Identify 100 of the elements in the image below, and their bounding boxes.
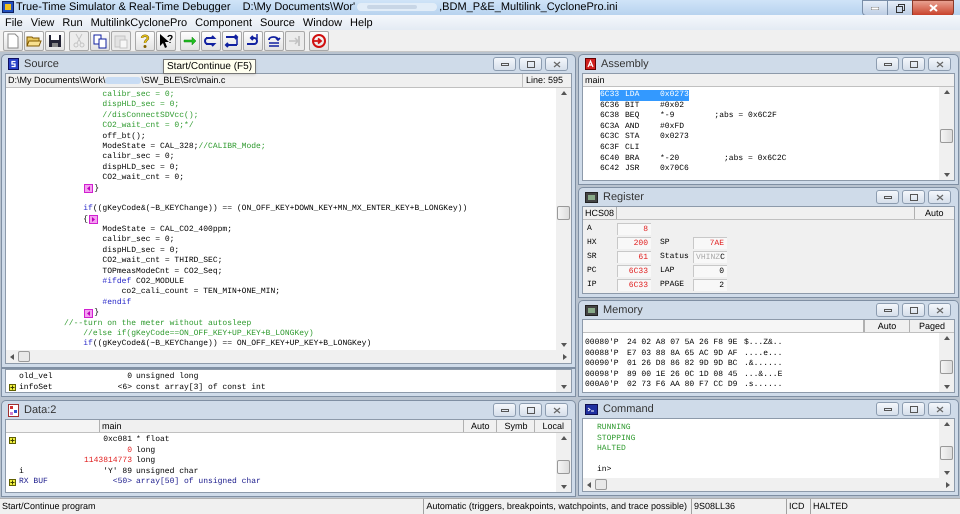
vertical-scrollbar[interactable] [556, 88, 571, 350]
menu-item[interactable]: Component [191, 16, 256, 30]
maximize-button[interactable] [519, 57, 542, 71]
code-text: { [82, 214, 88, 226]
register-value[interactable]: 200 [617, 236, 651, 248]
horizontal-scrollbar[interactable] [583, 478, 954, 491]
scroll-thumb[interactable] [557, 206, 570, 220]
close-button[interactable] [928, 190, 951, 204]
expand-icon[interactable] [9, 479, 16, 486]
scroll-thumb[interactable] [940, 128, 953, 143]
toolbar-button[interactable] [264, 30, 284, 50]
flag-text: I [706, 252, 710, 262]
toolbar-button[interactable] [45, 30, 65, 50]
mnemonic-text: CLI [625, 142, 640, 154]
filter-field[interactable] [6, 420, 100, 432]
step-over-icon [224, 32, 240, 48]
assembly-row[interactable]: 6C3C STA 0x0273 [600, 132, 689, 143]
minimize-button[interactable] [493, 403, 516, 417]
register-value[interactable]: 6C33 [617, 278, 651, 290]
menu-item[interactable]: Source [256, 16, 299, 30]
scroll-down-icon[interactable] [560, 385, 566, 389]
expand-icon[interactable] [9, 384, 16, 392]
expand-icon[interactable] [9, 436, 16, 444]
assembly-row[interactable]: 6C3F CLI [600, 142, 660, 154]
assembly-row[interactable]: 6C3A AND #0xFD [600, 122, 684, 132]
minimize-button[interactable] [862, 0, 888, 16]
maximize-button[interactable] [902, 303, 925, 317]
scroll-thumb[interactable] [18, 351, 30, 362]
code-keyword: if [82, 204, 93, 215]
menu-item[interactable]: Help [346, 16, 377, 30]
close-button[interactable] [928, 303, 951, 317]
minimize-icon [884, 196, 892, 198]
assembly-row[interactable]: 6C38 BEQ *-9 [600, 111, 674, 122]
address-text: 6C33 [600, 90, 620, 101]
scroll-up-icon [944, 336, 950, 340]
address-field[interactable] [583, 320, 864, 332]
flag-text: H [700, 252, 706, 262]
close-button[interactable] [928, 57, 951, 71]
variable-type: unsigned char [136, 466, 198, 477]
memory-bytes: 02 73 F6 AA 80 F7 CC D9 [627, 380, 738, 391]
scissors-icon [71, 32, 87, 48]
close-icon [928, 4, 938, 12]
register-value[interactable]: 8 [617, 222, 651, 234]
scroll-thumb[interactable] [940, 446, 953, 460]
maximize-button[interactable] [902, 402, 925, 416]
menu-item[interactable]: Run [58, 16, 87, 30]
mnemonic-text: STA [625, 132, 640, 143]
close-button[interactable] [545, 403, 568, 417]
toolbar-button[interactable] [222, 30, 242, 50]
memory-ascii: ....e... [744, 348, 782, 360]
maximize-button[interactable] [902, 57, 925, 71]
scroll-left-icon [587, 482, 591, 488]
register-value[interactable]: 2 [693, 278, 727, 290]
assembly-row[interactable]: 6C42 JSR 0x70C6 [600, 164, 689, 175]
scroll-thumb[interactable] [595, 479, 607, 490]
minimize-button[interactable] [876, 303, 899, 317]
mode-button[interactable]: Paged [909, 320, 954, 332]
toolbar-button[interactable] [24, 30, 44, 50]
assembly-row[interactable]: 6C36 BIT #0x02 [600, 100, 684, 112]
menu-item[interactable]: Window [298, 16, 346, 30]
scroll-thumb[interactable] [940, 360, 953, 374]
vertical-scrollbar[interactable] [939, 419, 954, 478]
register-value[interactable]: 0 [693, 264, 727, 276]
step-into-icon [203, 32, 219, 48]
maximize-button[interactable] [902, 190, 925, 204]
close-button[interactable] [928, 402, 951, 416]
memory-ascii: ...&...E [744, 370, 782, 380]
status-flags[interactable]: VHINZC [693, 250, 727, 262]
code-keyword: #ifdef [101, 277, 132, 287]
minimize-button[interactable] [876, 190, 899, 204]
minimize-button[interactable] [876, 402, 899, 416]
close-button[interactable] [912, 0, 954, 16]
minimize-button[interactable] [493, 57, 516, 71]
register-value[interactable]: 6C33 [617, 264, 651, 276]
pointer-question-icon [158, 32, 174, 48]
assembly-row[interactable]: 6C40 BRA *-20 [600, 154, 680, 164]
tooltip: Start/Continue (F5) [163, 59, 256, 74]
menu-item[interactable]: File [1, 16, 27, 30]
toolbar-button[interactable] [156, 30, 176, 50]
register-value[interactable]: 61 [617, 250, 651, 262]
toolbar-button[interactable] [243, 30, 263, 50]
menu-item[interactable]: MultilinkCyclonePro [86, 16, 192, 30]
vertical-scrollbar[interactable] [939, 333, 954, 392]
horizontal-scrollbar[interactable] [6, 350, 571, 363]
maximize-button[interactable] [519, 403, 542, 417]
address-text: 6C42 [600, 164, 620, 175]
toolbar-button[interactable] [201, 30, 221, 50]
toolbar-button[interactable] [90, 30, 110, 50]
menu-item[interactable]: View [26, 16, 58, 30]
close-button[interactable] [545, 57, 568, 71]
vertical-scrollbar[interactable] [556, 433, 571, 492]
variable-value: 0xc081 [103, 435, 132, 444]
scroll-thumb[interactable] [557, 460, 570, 474]
vertical-scrollbar[interactable] [939, 87, 954, 180]
restore-button[interactable] [888, 0, 912, 16]
window-title: Command [603, 402, 654, 417]
register-value[interactable]: 7AE [693, 236, 727, 248]
code-text: ModeState = CAL_CO2_400ppm; [101, 225, 232, 235]
mode-button[interactable]: Auto [864, 320, 909, 332]
minimize-button[interactable] [876, 57, 899, 71]
